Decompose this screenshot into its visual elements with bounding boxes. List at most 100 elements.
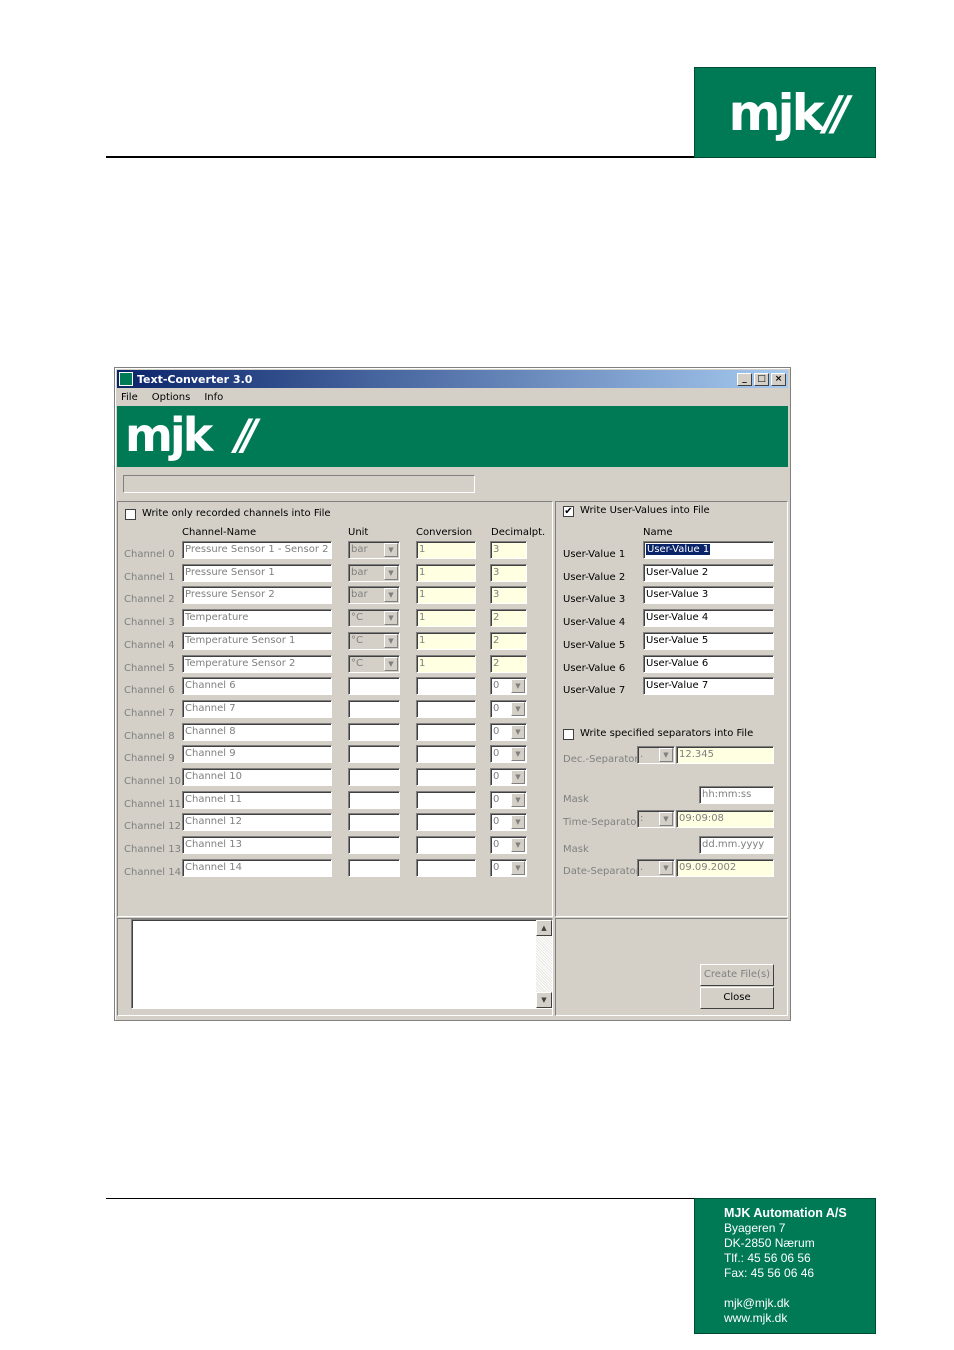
unit-field[interactable] bbox=[348, 722, 400, 741]
conversion-field[interactable]: 1 bbox=[416, 541, 476, 559]
user-value-field[interactable]: User-Value 6 bbox=[643, 654, 774, 673]
channel-name-field[interactable]: Temperature bbox=[182, 609, 332, 628]
date-mask-label: Mask bbox=[563, 844, 589, 855]
decimal-select[interactable]: 0 ▼ bbox=[490, 745, 527, 764]
email: mjk@mjk.dk bbox=[724, 1296, 790, 1310]
channel-name-field[interactable]: Pressure Sensor 1 bbox=[182, 563, 332, 582]
channel-name-field[interactable]: Channel 8 bbox=[182, 722, 332, 741]
unit-select[interactable]: °C ▼ bbox=[348, 654, 400, 673]
decimal-select[interactable]: 0 ▼ bbox=[490, 768, 527, 786]
unit-field[interactable] bbox=[348, 745, 400, 764]
channel-name-field[interactable]: Temperature Sensor 2 bbox=[182, 654, 332, 673]
conversion-field[interactable] bbox=[416, 858, 476, 877]
decimal-select[interactable]: 0 ▼ bbox=[490, 858, 527, 877]
user-value-field[interactable]: User-Value 1 bbox=[643, 541, 774, 559]
channel-name-field[interactable]: Channel 7 bbox=[182, 699, 332, 718]
decimal-field[interactable]: 3 bbox=[490, 586, 527, 605]
decimal-field[interactable]: 2 bbox=[490, 654, 527, 673]
user-value-field[interactable]: User-Value 2 bbox=[643, 563, 774, 582]
conversion-field[interactable] bbox=[416, 790, 476, 809]
chevron-down-icon: ▼ bbox=[511, 838, 525, 853]
menu-file[interactable]: File bbox=[119, 392, 140, 403]
channel-name-field[interactable]: Channel 10 bbox=[182, 768, 332, 786]
window-title: Text-Converter 3.0 bbox=[137, 372, 253, 386]
decimal-select[interactable]: 0 ▼ bbox=[490, 836, 527, 855]
menu-info[interactable]: Info bbox=[202, 392, 225, 403]
user-value-field[interactable]: User-Value 4 bbox=[643, 609, 774, 628]
unit-select[interactable]: °C ▼ bbox=[348, 609, 400, 628]
conversion-field[interactable] bbox=[416, 768, 476, 786]
decimal-select[interactable]: 0 ▼ bbox=[490, 699, 527, 718]
channel-name-field[interactable]: Channel 11 bbox=[182, 790, 332, 809]
channel-label: Channel 1 bbox=[124, 571, 175, 583]
date-mask-field[interactable]: dd.mm.yyyy bbox=[699, 836, 774, 854]
unit-field[interactable] bbox=[348, 699, 400, 718]
write-user-values-checkbox[interactable]: ✔ bbox=[563, 506, 574, 517]
unit-field[interactable] bbox=[348, 768, 400, 786]
channel-name-field[interactable]: Pressure Sensor 1 - Sensor 2 bbox=[182, 541, 332, 559]
conversion-field[interactable] bbox=[416, 722, 476, 741]
log-memo[interactable]: ▲ ▼ bbox=[131, 919, 553, 1009]
unit-select[interactable]: bar ▼ bbox=[348, 563, 400, 582]
header-channel-name: Channel-Name bbox=[182, 527, 257, 538]
channel-label: Channel 8 bbox=[124, 730, 175, 742]
channel-name-field[interactable]: Channel 14 bbox=[182, 858, 332, 877]
conversion-field[interactable]: 1 bbox=[416, 609, 476, 628]
channel-name-field[interactable]: Channel 13 bbox=[182, 836, 332, 855]
user-value-label: User-Value 2 bbox=[563, 571, 626, 583]
conversion-field[interactable] bbox=[416, 745, 476, 764]
unit-field[interactable] bbox=[348, 677, 400, 696]
write-separators-checkbox[interactable] bbox=[563, 729, 574, 740]
conversion-field[interactable] bbox=[416, 813, 476, 832]
menu-options[interactable]: Options bbox=[150, 392, 193, 403]
scroll-down-icon[interactable]: ▼ bbox=[536, 992, 552, 1008]
conversion-field[interactable]: 1 bbox=[416, 654, 476, 673]
date-separator-select[interactable]: . ▼ bbox=[637, 859, 675, 877]
decimal-field[interactable]: 2 bbox=[490, 631, 527, 650]
decimal-select[interactable]: 0 ▼ bbox=[490, 722, 527, 741]
decimal-field[interactable]: 3 bbox=[490, 541, 527, 559]
conversion-field[interactable] bbox=[416, 699, 476, 718]
maximize-button[interactable]: □ bbox=[754, 372, 769, 386]
close-window-button[interactable]: × bbox=[771, 372, 786, 386]
user-value-field[interactable]: User-Value 7 bbox=[643, 677, 774, 696]
memo-scrollbar[interactable]: ▲ ▼ bbox=[536, 920, 552, 1008]
create-files-button[interactable]: Create File(s) bbox=[700, 964, 774, 986]
conversion-field[interactable]: 1 bbox=[416, 586, 476, 605]
channel-name-field[interactable]: Channel 9 bbox=[182, 745, 332, 764]
unit-field[interactable] bbox=[348, 858, 400, 877]
conversion-field[interactable] bbox=[416, 836, 476, 855]
time-mask-field[interactable]: hh:mm:ss bbox=[699, 786, 774, 804]
write-recorded-checkbox[interactable] bbox=[125, 509, 136, 520]
decimal-field[interactable]: 3 bbox=[490, 563, 527, 582]
scroll-up-icon[interactable]: ▲ bbox=[536, 920, 552, 936]
channel-name-field[interactable]: Channel 6 bbox=[182, 677, 332, 696]
close-button[interactable]: Close bbox=[700, 987, 774, 1009]
user-value-field[interactable]: User-Value 3 bbox=[643, 586, 774, 605]
conversion-field[interactable]: 1 bbox=[416, 563, 476, 582]
chevron-down-icon: ▼ bbox=[511, 860, 525, 875]
unit-field[interactable] bbox=[348, 813, 400, 832]
unit-field[interactable] bbox=[348, 836, 400, 855]
unit-select[interactable]: °C ▼ bbox=[348, 631, 400, 650]
decimal-select[interactable]: 0 ▼ bbox=[490, 677, 527, 696]
unit-select[interactable]: bar ▼ bbox=[348, 541, 400, 559]
dec-separator-select[interactable]: . ▼ bbox=[637, 746, 675, 764]
minimize-button[interactable]: _ bbox=[737, 372, 752, 386]
channel-label: Channel 12 bbox=[124, 821, 181, 833]
decimal-select[interactable]: 0 ▼ bbox=[490, 790, 527, 809]
channel-label: Channel 10 bbox=[124, 776, 181, 787]
channel-name-field[interactable]: Channel 12 bbox=[182, 813, 332, 832]
decimal-field[interactable]: 2 bbox=[490, 609, 527, 628]
time-separator-select[interactable]: : ▼ bbox=[637, 810, 675, 828]
decimal-select[interactable]: 0 ▼ bbox=[490, 813, 527, 832]
conversion-field[interactable] bbox=[416, 677, 476, 696]
text-converter-window: Text-Converter 3.0 _ □ × File Options In… bbox=[114, 367, 791, 1021]
unit-select[interactable]: bar ▼ bbox=[348, 586, 400, 605]
unit-field[interactable] bbox=[348, 790, 400, 809]
user-value-field[interactable]: User-Value 5 bbox=[643, 631, 774, 650]
date-preview-field: 09.09.2002 bbox=[676, 859, 774, 877]
channel-name-field[interactable]: Temperature Sensor 1 bbox=[182, 631, 332, 650]
channel-name-field[interactable]: Pressure Sensor 2 bbox=[182, 586, 332, 605]
conversion-field[interactable]: 1 bbox=[416, 631, 476, 650]
